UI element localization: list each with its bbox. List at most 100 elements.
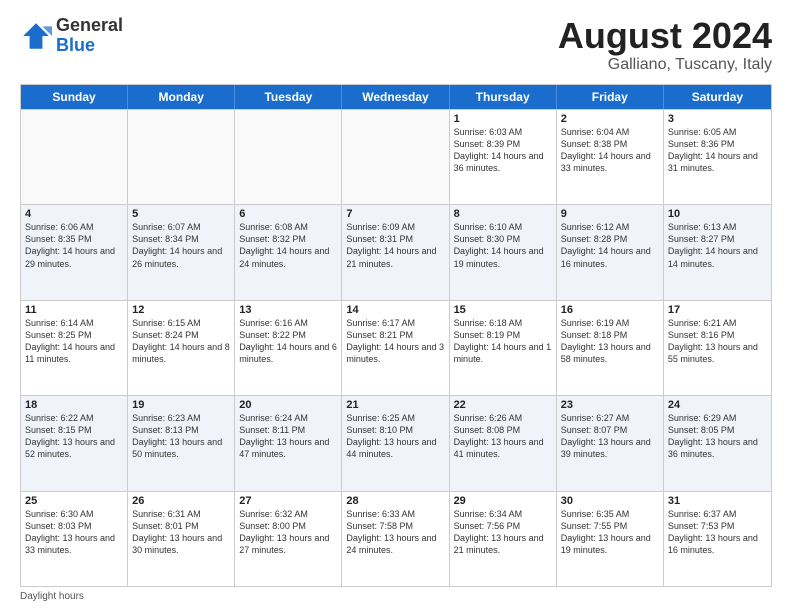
cal-header-cell-monday: Monday — [128, 85, 235, 109]
day-number: 17 — [668, 304, 767, 316]
cal-cell: 28Sunrise: 6:33 AM Sunset: 7:58 PM Dayli… — [342, 492, 449, 586]
day-number: 29 — [454, 495, 552, 507]
day-info: Sunrise: 6:21 AM Sunset: 8:16 PM Dayligh… — [668, 317, 767, 366]
cal-cell: 15Sunrise: 6:18 AM Sunset: 8:19 PM Dayli… — [450, 301, 557, 395]
cal-header-cell-saturday: Saturday — [664, 85, 771, 109]
day-info: Sunrise: 6:25 AM Sunset: 8:10 PM Dayligh… — [346, 412, 444, 461]
cal-cell: 27Sunrise: 6:32 AM Sunset: 8:00 PM Dayli… — [235, 492, 342, 586]
day-info: Sunrise: 6:05 AM Sunset: 8:36 PM Dayligh… — [668, 126, 767, 175]
day-info: Sunrise: 6:19 AM Sunset: 8:18 PM Dayligh… — [561, 317, 659, 366]
cal-cell — [235, 110, 342, 204]
day-number: 25 — [25, 495, 123, 507]
cal-cell: 8Sunrise: 6:10 AM Sunset: 8:30 PM Daylig… — [450, 205, 557, 299]
day-info: Sunrise: 6:17 AM Sunset: 8:21 PM Dayligh… — [346, 317, 444, 366]
cal-cell: 3Sunrise: 6:05 AM Sunset: 8:36 PM Daylig… — [664, 110, 771, 204]
cal-cell — [128, 110, 235, 204]
day-info: Sunrise: 6:08 AM Sunset: 8:32 PM Dayligh… — [239, 221, 337, 270]
day-info: Sunrise: 6:30 AM Sunset: 8:03 PM Dayligh… — [25, 508, 123, 557]
day-number: 28 — [346, 495, 444, 507]
day-number: 8 — [454, 208, 552, 220]
day-info: Sunrise: 6:18 AM Sunset: 8:19 PM Dayligh… — [454, 317, 552, 366]
cal-cell: 17Sunrise: 6:21 AM Sunset: 8:16 PM Dayli… — [664, 301, 771, 395]
day-number: 30 — [561, 495, 659, 507]
day-number: 5 — [132, 208, 230, 220]
main-title: August 2024 — [558, 16, 772, 56]
day-info: Sunrise: 6:06 AM Sunset: 8:35 PM Dayligh… — [25, 221, 123, 270]
cal-cell: 11Sunrise: 6:14 AM Sunset: 8:25 PM Dayli… — [21, 301, 128, 395]
cal-cell: 2Sunrise: 6:04 AM Sunset: 8:38 PM Daylig… — [557, 110, 664, 204]
footer-note: Daylight hours — [20, 591, 772, 602]
cal-cell: 24Sunrise: 6:29 AM Sunset: 8:05 PM Dayli… — [664, 396, 771, 490]
logo-icon — [20, 20, 52, 52]
day-info: Sunrise: 6:35 AM Sunset: 7:55 PM Dayligh… — [561, 508, 659, 557]
cal-cell: 9Sunrise: 6:12 AM Sunset: 8:28 PM Daylig… — [557, 205, 664, 299]
day-info: Sunrise: 6:31 AM Sunset: 8:01 PM Dayligh… — [132, 508, 230, 557]
sub-title: Galliano, Tuscany, Italy — [558, 56, 772, 74]
cal-cell: 22Sunrise: 6:26 AM Sunset: 8:08 PM Dayli… — [450, 396, 557, 490]
cal-cell: 12Sunrise: 6:15 AM Sunset: 8:24 PM Dayli… — [128, 301, 235, 395]
day-number: 27 — [239, 495, 337, 507]
cal-cell: 25Sunrise: 6:30 AM Sunset: 8:03 PM Dayli… — [21, 492, 128, 586]
day-number: 24 — [668, 399, 767, 411]
calendar-header: SundayMondayTuesdayWednesdayThursdayFrid… — [21, 85, 771, 109]
cal-cell: 6Sunrise: 6:08 AM Sunset: 8:32 PM Daylig… — [235, 205, 342, 299]
cal-cell: 21Sunrise: 6:25 AM Sunset: 8:10 PM Dayli… — [342, 396, 449, 490]
day-number: 31 — [668, 495, 767, 507]
day-number: 2 — [561, 113, 659, 125]
header: General Blue August 2024 Galliano, Tusca… — [20, 16, 772, 74]
day-info: Sunrise: 6:12 AM Sunset: 8:28 PM Dayligh… — [561, 221, 659, 270]
day-info: Sunrise: 6:14 AM Sunset: 8:25 PM Dayligh… — [25, 317, 123, 366]
cal-header-cell-wednesday: Wednesday — [342, 85, 449, 109]
day-number: 13 — [239, 304, 337, 316]
day-info: Sunrise: 6:03 AM Sunset: 8:39 PM Dayligh… — [454, 126, 552, 175]
day-number: 4 — [25, 208, 123, 220]
cal-cell: 16Sunrise: 6:19 AM Sunset: 8:18 PM Dayli… — [557, 301, 664, 395]
cal-cell: 31Sunrise: 6:37 AM Sunset: 7:53 PM Dayli… — [664, 492, 771, 586]
cal-cell: 7Sunrise: 6:09 AM Sunset: 8:31 PM Daylig… — [342, 205, 449, 299]
page: General Blue August 2024 Galliano, Tusca… — [0, 0, 792, 612]
calendar: SundayMondayTuesdayWednesdayThursdayFrid… — [20, 84, 772, 587]
day-number: 18 — [25, 399, 123, 411]
cal-cell: 18Sunrise: 6:22 AM Sunset: 8:15 PM Dayli… — [21, 396, 128, 490]
cal-header-cell-tuesday: Tuesday — [235, 85, 342, 109]
logo-general-label: General — [56, 16, 123, 36]
day-info: Sunrise: 6:29 AM Sunset: 8:05 PM Dayligh… — [668, 412, 767, 461]
cal-cell: 10Sunrise: 6:13 AM Sunset: 8:27 PM Dayli… — [664, 205, 771, 299]
day-info: Sunrise: 6:04 AM Sunset: 8:38 PM Dayligh… — [561, 126, 659, 175]
day-number: 3 — [668, 113, 767, 125]
cal-cell: 30Sunrise: 6:35 AM Sunset: 7:55 PM Dayli… — [557, 492, 664, 586]
cal-header-cell-thursday: Thursday — [450, 85, 557, 109]
title-block: August 2024 Galliano, Tuscany, Italy — [558, 16, 772, 74]
day-number: 16 — [561, 304, 659, 316]
day-info: Sunrise: 6:09 AM Sunset: 8:31 PM Dayligh… — [346, 221, 444, 270]
logo: General Blue — [20, 16, 123, 56]
cal-cell: 4Sunrise: 6:06 AM Sunset: 8:35 PM Daylig… — [21, 205, 128, 299]
day-number: 21 — [346, 399, 444, 411]
cal-week-2: 4Sunrise: 6:06 AM Sunset: 8:35 PM Daylig… — [21, 204, 771, 299]
logo-text: General Blue — [56, 16, 123, 56]
day-info: Sunrise: 6:23 AM Sunset: 8:13 PM Dayligh… — [132, 412, 230, 461]
day-info: Sunrise: 6:24 AM Sunset: 8:11 PM Dayligh… — [239, 412, 337, 461]
cal-cell: 23Sunrise: 6:27 AM Sunset: 8:07 PM Dayli… — [557, 396, 664, 490]
cal-cell: 19Sunrise: 6:23 AM Sunset: 8:13 PM Dayli… — [128, 396, 235, 490]
day-number: 9 — [561, 208, 659, 220]
day-info: Sunrise: 6:07 AM Sunset: 8:34 PM Dayligh… — [132, 221, 230, 270]
day-number: 7 — [346, 208, 444, 220]
cal-cell: 26Sunrise: 6:31 AM Sunset: 8:01 PM Dayli… — [128, 492, 235, 586]
cal-week-5: 25Sunrise: 6:30 AM Sunset: 8:03 PM Dayli… — [21, 491, 771, 586]
day-info: Sunrise: 6:32 AM Sunset: 8:00 PM Dayligh… — [239, 508, 337, 557]
cal-cell: 1Sunrise: 6:03 AM Sunset: 8:39 PM Daylig… — [450, 110, 557, 204]
cal-week-1: 1Sunrise: 6:03 AM Sunset: 8:39 PM Daylig… — [21, 109, 771, 204]
day-number: 6 — [239, 208, 337, 220]
day-info: Sunrise: 6:34 AM Sunset: 7:56 PM Dayligh… — [454, 508, 552, 557]
calendar-body: 1Sunrise: 6:03 AM Sunset: 8:39 PM Daylig… — [21, 109, 771, 586]
day-number: 10 — [668, 208, 767, 220]
day-info: Sunrise: 6:33 AM Sunset: 7:58 PM Dayligh… — [346, 508, 444, 557]
cal-cell: 20Sunrise: 6:24 AM Sunset: 8:11 PM Dayli… — [235, 396, 342, 490]
day-info: Sunrise: 6:15 AM Sunset: 8:24 PM Dayligh… — [132, 317, 230, 366]
cal-header-cell-friday: Friday — [557, 85, 664, 109]
cal-cell — [21, 110, 128, 204]
day-info: Sunrise: 6:37 AM Sunset: 7:53 PM Dayligh… — [668, 508, 767, 557]
cal-week-4: 18Sunrise: 6:22 AM Sunset: 8:15 PM Dayli… — [21, 395, 771, 490]
cal-cell: 5Sunrise: 6:07 AM Sunset: 8:34 PM Daylig… — [128, 205, 235, 299]
